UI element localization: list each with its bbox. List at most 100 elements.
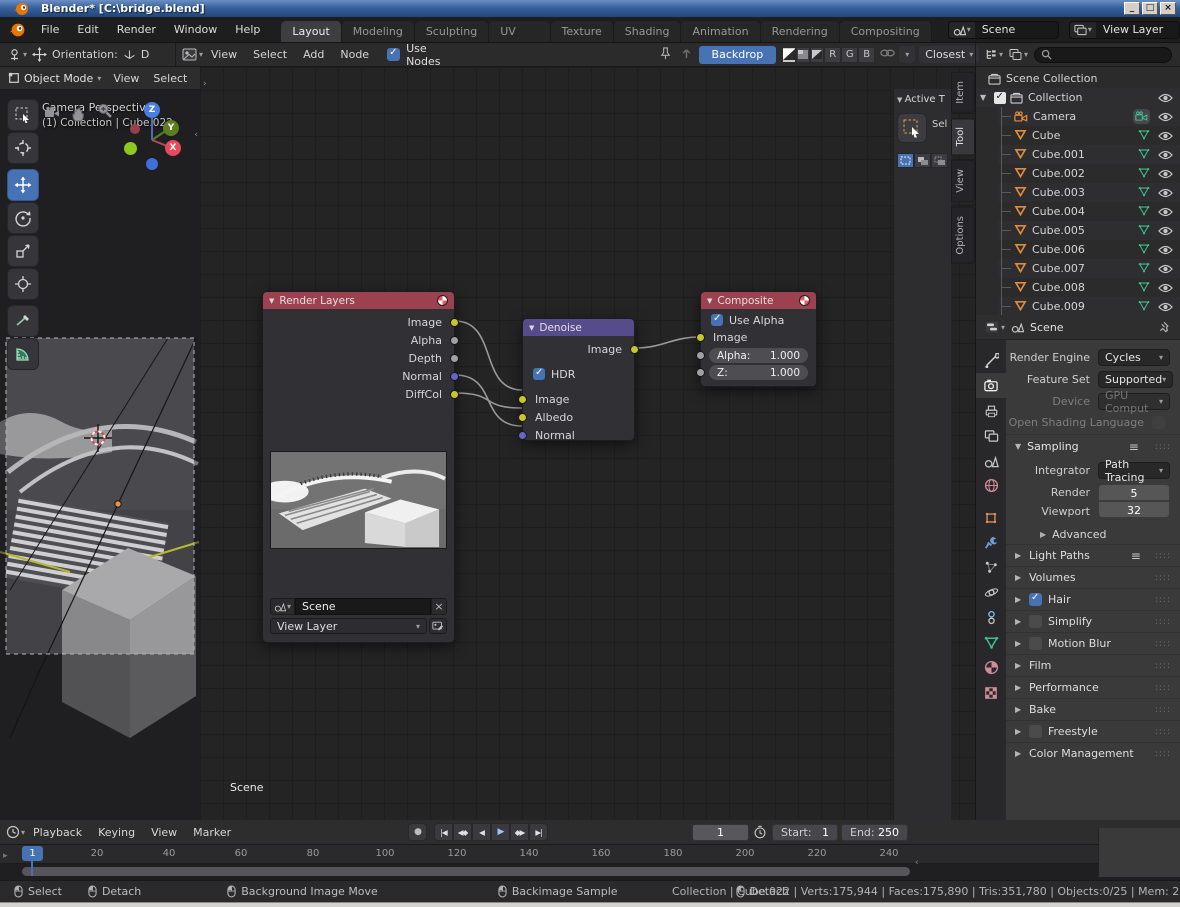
output-socket[interactable] bbox=[450, 390, 459, 399]
property-section[interactable]: ▶ Light Paths ≡ :::: bbox=[1006, 544, 1180, 566]
workspace-tab[interactable]: Compositing bbox=[840, 21, 932, 42]
compositor-node-editor[interactable]: › ▼ Render Layers Image bbox=[200, 67, 975, 820]
transport-button[interactable]: ◆▶ bbox=[510, 823, 529, 841]
menu-item[interactable]: Select bbox=[146, 72, 194, 85]
end-frame-field[interactable]: End: 250 bbox=[841, 824, 908, 841]
start-frame-field[interactable]: Start: 1 bbox=[772, 824, 838, 841]
overlay-dropdown[interactable]: ▾ bbox=[899, 46, 915, 63]
drag-handle-icon[interactable]: :::: bbox=[1155, 442, 1171, 452]
axis-x-ball[interactable]: X bbox=[165, 140, 181, 156]
menu-item[interactable]: Render bbox=[108, 23, 165, 36]
annotate-tool[interactable] bbox=[7, 305, 39, 337]
viewport-sidebar-collapse-icon[interactable]: ‹ bbox=[194, 130, 198, 140]
tab-texture[interactable] bbox=[976, 680, 1006, 705]
drag-handle-icon[interactable]: :::: bbox=[1155, 661, 1171, 671]
pin-icon[interactable] bbox=[1159, 321, 1172, 334]
menu-item[interactable]: Select bbox=[245, 48, 295, 61]
axis-y-ball[interactable]: Y bbox=[163, 120, 179, 136]
menu-item[interactable]: Keying ▾ bbox=[90, 826, 143, 839]
property-section[interactable]: ▶ Film ≡ :::: bbox=[1006, 654, 1180, 676]
outliner-item-row[interactable]: Cube.003 bbox=[998, 183, 1180, 202]
playhead[interactable]: 1 bbox=[22, 846, 43, 861]
input-socket[interactable] bbox=[518, 431, 527, 440]
property-section[interactable]: ▶ Simplify ≡ :::: bbox=[1006, 610, 1180, 632]
mode-dropdown[interactable]: Object Mode ▾ bbox=[5, 72, 104, 85]
menu-item[interactable]: View bbox=[106, 72, 146, 85]
panel-title[interactable]: Active T bbox=[905, 94, 945, 105]
outliner-item-row[interactable]: Cube.005 bbox=[998, 221, 1180, 240]
eye-icon[interactable] bbox=[1158, 226, 1173, 236]
hdr-checkbox[interactable] bbox=[533, 368, 545, 380]
outliner-item-row[interactable]: Cube.009 bbox=[998, 297, 1180, 315]
timeline-ruler[interactable]: 1 20406080100120140160180200220240 bbox=[0, 845, 1180, 864]
maximize-button[interactable]: □ bbox=[1142, 2, 1158, 15]
title-bar[interactable]: Blender* [C:\bridge.blend] _ □ × bbox=[0, 0, 1180, 17]
object-name[interactable]: Cube.003 bbox=[1032, 186, 1085, 199]
backdrop-button[interactable]: Backdrop bbox=[699, 46, 777, 64]
expand-arrow-icon[interactable]: ▸ bbox=[3, 851, 8, 861]
menu-item[interactable]: Window bbox=[165, 23, 226, 36]
property-section[interactable]: ▶ Bake ≡ :::: bbox=[1006, 698, 1180, 720]
measure-tool[interactable] bbox=[7, 338, 39, 370]
eye-icon[interactable] bbox=[1158, 245, 1173, 255]
eye-icon[interactable] bbox=[1158, 169, 1173, 179]
output-socket[interactable] bbox=[450, 372, 459, 381]
drag-handle-icon[interactable]: :::: bbox=[1155, 683, 1171, 693]
outliner[interactable]: Scene Collection ▼ Collection Camera bbox=[976, 67, 1180, 315]
eye-icon[interactable] bbox=[1158, 283, 1173, 293]
move-tool[interactable] bbox=[7, 169, 39, 201]
property-section[interactable]: ▶ Color Management ≡ :::: bbox=[1006, 742, 1180, 764]
channel-alpha-icon[interactable] bbox=[810, 47, 824, 63]
tab-physics[interactable] bbox=[976, 580, 1006, 605]
channel-button[interactable]: R bbox=[824, 47, 841, 63]
tab-material[interactable] bbox=[976, 655, 1006, 680]
z-socket[interactable] bbox=[696, 368, 705, 377]
eye-icon[interactable] bbox=[1158, 264, 1173, 274]
render-layers-header[interactable]: ▼ Render Layers bbox=[263, 292, 454, 309]
channel-color-icon[interactable] bbox=[796, 47, 810, 63]
object-name[interactable]: Cube.002 bbox=[1032, 167, 1085, 180]
search-input[interactable] bbox=[1034, 47, 1172, 63]
advanced-subpanel[interactable]: ▶ Advanced bbox=[1006, 524, 1180, 544]
feature-set-dropdown[interactable]: Supported▾ bbox=[1098, 371, 1173, 388]
object-name[interactable]: Cube.005 bbox=[1032, 224, 1085, 237]
move-gizmo-icon[interactable] bbox=[32, 47, 47, 62]
render-layer-button[interactable] bbox=[429, 618, 447, 634]
collection-label[interactable]: Collection bbox=[1028, 91, 1082, 104]
editor-type-icon[interactable]: ▾ bbox=[6, 825, 25, 839]
timeline-scrollbar[interactable] bbox=[0, 864, 1180, 879]
current-frame-field[interactable]: 1 bbox=[692, 824, 749, 841]
drag-handle-icon[interactable]: :::: bbox=[1155, 617, 1171, 627]
view-layer-selector[interactable]: ▾ View Layer × bbox=[1069, 21, 1180, 39]
property-section[interactable]: ▶ Hair ≡ :::: bbox=[1006, 588, 1180, 610]
rotate-tool[interactable] bbox=[7, 202, 39, 234]
menu-item[interactable]: View ▾ bbox=[143, 826, 185, 839]
scene-value[interactable]: Scene bbox=[295, 598, 431, 615]
object-name[interactable]: Cube.001 bbox=[1032, 148, 1085, 161]
outliner-collection-row[interactable]: ▼ Collection bbox=[976, 88, 1180, 107]
axis-z-ball[interactable]: Z bbox=[144, 102, 160, 118]
viewport-body[interactable]: Camera Perspective (1) Collection | Cube… bbox=[0, 90, 200, 820]
tab-object[interactable] bbox=[976, 505, 1006, 530]
transport-button[interactable]: ◀◆ bbox=[453, 823, 472, 841]
workspace-tab[interactable]: Texture Paint bbox=[551, 21, 614, 42]
scene-selector[interactable]: ▾ Scene × bbox=[948, 21, 1059, 39]
use-nodes-checkbox[interactable] bbox=[387, 48, 400, 61]
pan-hand-icon[interactable] bbox=[70, 106, 87, 126]
menu-item[interactable]: Playback ▾ bbox=[25, 826, 90, 839]
section-checkbox[interactable] bbox=[1029, 615, 1042, 628]
channel-button[interactable]: B bbox=[858, 47, 875, 63]
device-dropdown[interactable]: GPU Comput▾ bbox=[1098, 393, 1170, 410]
axis-gizmo[interactable]: Z Y X bbox=[116, 96, 188, 170]
select-mode-extend[interactable] bbox=[914, 153, 931, 168]
transform-tool[interactable] bbox=[7, 268, 39, 300]
scale-tool[interactable] bbox=[7, 235, 39, 267]
workspace-tab[interactable]: UV Editing bbox=[489, 21, 550, 42]
eye-icon[interactable] bbox=[1158, 188, 1173, 198]
composite-header[interactable]: ▼ Composite bbox=[701, 292, 816, 309]
interpolation-dropdown[interactable]: Closest▾ bbox=[919, 46, 979, 63]
channel-button[interactable]: G bbox=[841, 47, 858, 63]
drag-handle-icon[interactable]: :::: bbox=[1155, 639, 1171, 649]
view-layer-name[interactable]: View Layer bbox=[1096, 23, 1180, 36]
tab-active-tool[interactable] bbox=[976, 348, 1006, 373]
